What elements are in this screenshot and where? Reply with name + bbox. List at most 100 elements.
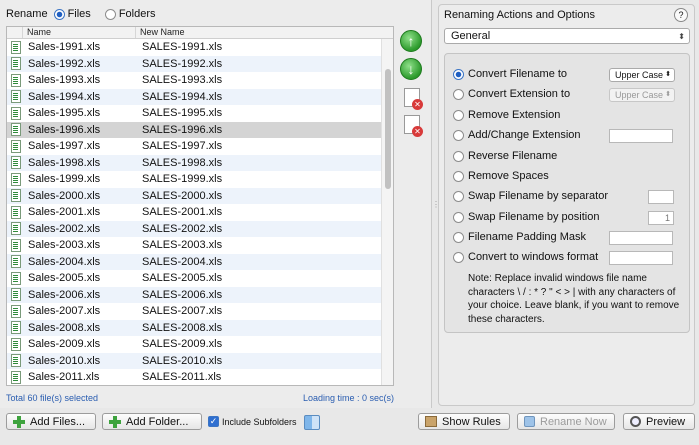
table-row[interactable]: Sales-1991.xls SALES-1991.xls: [7, 39, 381, 56]
option-swap-separator[interactable]: Swap Filename by separator: [453, 190, 608, 202]
filename-case-select[interactable]: Upper Case ⬍: [609, 68, 675, 82]
include-subfolders-checkbox[interactable]: ✓ Include Subfolders: [208, 416, 297, 427]
spreadsheet-icon: [11, 73, 21, 87]
spreadsheet-icon: [11, 370, 21, 384]
move-up-button[interactable]: ↑: [400, 30, 422, 52]
convert-windows-radio[interactable]: [453, 251, 464, 263]
checkmark-icon[interactable]: ✓: [208, 416, 219, 427]
table-row[interactable]: Sales-2008.xls SALES-2008.xls: [7, 319, 381, 336]
option-remove-extension[interactable]: Remove Extension: [453, 109, 560, 121]
remove-selected-icon[interactable]: [404, 88, 423, 110]
files-radio[interactable]: Files: [53, 8, 99, 20]
preview-button[interactable]: Preview: [623, 413, 695, 430]
add-folder-button[interactable]: Add Folder...: [102, 413, 202, 430]
original-name-cell: Sales-2009.xls: [28, 338, 101, 351]
reverse-filename-radio[interactable]: [453, 150, 464, 162]
add-files-button[interactable]: Add Files...: [6, 413, 96, 430]
table-row[interactable]: Sales-2005.xls SALES-2005.xls: [7, 270, 381, 287]
table-row[interactable]: Sales-1998.xls SALES-1998.xls: [7, 154, 381, 171]
remove-extension-label[interactable]: Remove Extension: [468, 109, 560, 121]
option-reverse-filename[interactable]: Reverse Filename: [453, 150, 557, 162]
table-row[interactable]: Sales-1994.xls SALES-1994.xls: [7, 88, 381, 105]
padding-mask-label[interactable]: Filename Padding Mask: [468, 231, 586, 243]
table-row[interactable]: Sales-2007.xls SALES-2007.xls: [7, 303, 381, 320]
position-input[interactable]: 1: [648, 211, 674, 225]
scrollbar-thumb[interactable]: [385, 69, 391, 189]
option-remove-spaces[interactable]: Remove Spaces: [453, 170, 549, 182]
new-name-cell: SALES-2011.xls: [142, 371, 222, 384]
swap-position-radio[interactable]: [453, 211, 464, 223]
row-action-buttons: ↑ ↓: [400, 30, 424, 140]
add-change-extension-label[interactable]: Add/Change Extension: [468, 129, 581, 141]
swap-separator-label[interactable]: Swap Filename by separator: [468, 190, 608, 202]
category-select[interactable]: General ⬍: [444, 28, 690, 44]
excel-file-icon: [7, 354, 25, 368]
files-radio-dot[interactable]: [53, 8, 65, 20]
files-radio-label[interactable]: Files: [68, 8, 91, 20]
table-row[interactable]: Sales-2011.xls SALES-2011.xls: [7, 369, 381, 385]
table-row[interactable]: Sales-2002.xls SALES-2002.xls: [7, 220, 381, 237]
option-swap-position[interactable]: Swap Filename by position: [453, 211, 599, 223]
table-row[interactable]: Sales-1999.xls SALES-1999.xls: [7, 171, 381, 188]
option-add-change-extension[interactable]: Add/Change Extension: [453, 129, 581, 141]
help-button[interactable]: ?: [674, 8, 688, 22]
padding-mask-input[interactable]: [609, 231, 673, 245]
original-name-cell: Sales-2008.xls: [28, 321, 101, 334]
add-change-extension-radio[interactable]: [453, 129, 464, 141]
rename-now-label: Rename Now: [540, 415, 607, 428]
excel-file-icon: [7, 222, 25, 236]
excel-file-icon: [7, 255, 25, 269]
spreadsheet-icon: [11, 304, 21, 318]
table-row[interactable]: Sales-1992.xls SALES-1992.xls: [7, 55, 381, 72]
table-row[interactable]: Sales-1993.xls SALES-1993.xls: [7, 72, 381, 89]
icon-column-header[interactable]: [7, 27, 23, 38]
finder-icon[interactable]: [304, 415, 320, 430]
file-table[interactable]: Name New Name Sales-1991.xls SALES-1991.x…: [6, 26, 394, 386]
table-row[interactable]: Sales-2006.xls SALES-2006.xls: [7, 286, 381, 303]
remove-all-icon[interactable]: [404, 115, 423, 137]
swap-position-label[interactable]: Swap Filename by position: [468, 211, 599, 223]
new-name-column-header[interactable]: New Name: [136, 27, 393, 38]
table-row[interactable]: Sales-1996.xls SALES-1996.xls: [7, 121, 381, 138]
convert-filename-radio[interactable]: [453, 68, 464, 80]
original-name-cell: Sales-2003.xls: [28, 239, 101, 252]
remove-spaces-label[interactable]: Remove Spaces: [468, 170, 549, 182]
extension-input[interactable]: [609, 129, 673, 143]
select-arrows-icon: ⬍: [678, 32, 685, 41]
table-row[interactable]: Sales-2003.xls SALES-2003.xls: [7, 237, 381, 254]
convert-windows-label[interactable]: Convert to windows format: [468, 251, 598, 263]
select-arrows-icon: ⬍: [665, 71, 671, 78]
remove-spaces-radio[interactable]: [453, 170, 464, 182]
original-name-cell: Sales-1991.xls: [28, 41, 101, 54]
table-row[interactable]: Sales-1997.xls SALES-1997.xls: [7, 138, 381, 155]
option-convert-filename[interactable]: Convert Filename to: [453, 68, 567, 80]
table-row[interactable]: Sales-2009.xls SALES-2009.xls: [7, 336, 381, 353]
windows-replace-input[interactable]: [609, 251, 673, 265]
option-padding-mask[interactable]: Filename Padding Mask: [453, 231, 586, 243]
table-row[interactable]: Sales-2001.xls SALES-2001.xls: [7, 204, 381, 221]
table-row[interactable]: Sales-2000.xls SALES-2000.xls: [7, 187, 381, 204]
table-row[interactable]: Sales-2010.xls SALES-2010.xls: [7, 352, 381, 369]
name-column-header[interactable]: Name: [23, 27, 136, 38]
table-row[interactable]: Sales-1995.xls SALES-1995.xls: [7, 105, 381, 122]
swap-separator-radio[interactable]: [453, 190, 464, 202]
option-convert-extension[interactable]: Convert Extension to: [453, 88, 570, 100]
excel-file-icon: [7, 304, 25, 318]
new-name-cell: SALES-2001.xls: [142, 206, 223, 219]
convert-extension-radio[interactable]: [453, 88, 464, 100]
reverse-filename-label[interactable]: Reverse Filename: [468, 150, 557, 162]
folders-radio[interactable]: Folders: [104, 8, 164, 20]
table-row[interactable]: Sales-2004.xls SALES-2004.xls: [7, 253, 381, 270]
folders-radio-dot[interactable]: [104, 8, 116, 20]
option-convert-windows[interactable]: Convert to windows format: [453, 251, 598, 263]
show-rules-button[interactable]: Show Rules: [418, 413, 510, 430]
folders-radio-label[interactable]: Folders: [119, 8, 156, 20]
convert-filename-label[interactable]: Convert Filename to: [468, 68, 567, 80]
vertical-scrollbar[interactable]: [381, 39, 393, 385]
separator-input[interactable]: [648, 190, 674, 204]
move-down-button[interactable]: ↓: [400, 58, 422, 80]
include-subfolders-label[interactable]: Include Subfolders: [222, 417, 297, 427]
padding-mask-radio[interactable]: [453, 231, 464, 243]
remove-extension-radio[interactable]: [453, 109, 464, 121]
convert-extension-label[interactable]: Convert Extension to: [468, 88, 570, 100]
